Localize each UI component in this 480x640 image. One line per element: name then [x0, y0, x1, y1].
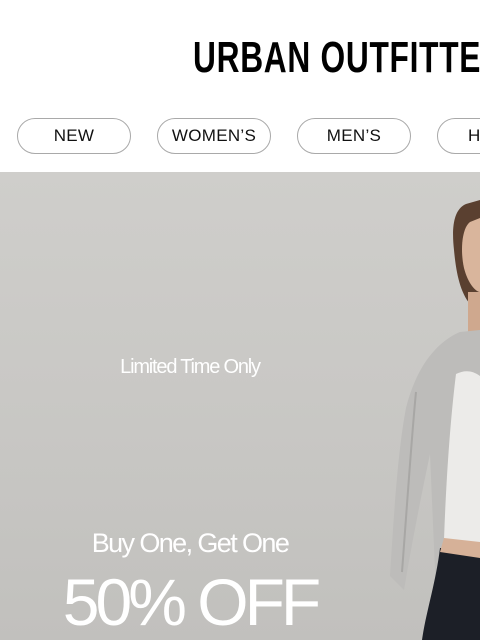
- hero-headline: Buy One, Get One: [91, 528, 290, 558]
- nav-pill-home[interactable]: H: [437, 118, 480, 154]
- model-photo: [390, 200, 480, 640]
- hero-banner[interactable]: Limited Time Only Buy One, Get One 50% O…: [0, 172, 480, 640]
- hero-eyebrow: Limited Time Only: [120, 356, 261, 378]
- nav-pill-new[interactable]: NEW: [17, 118, 131, 154]
- hero-offer: 50% OFF: [62, 565, 321, 639]
- brand-logo[interactable]: URBAN OUTFITTERS: [193, 30, 480, 86]
- model-neck: [468, 292, 480, 332]
- nav-pill-womens[interactable]: WOMEN’S: [157, 118, 271, 154]
- nav-pill-mens[interactable]: MEN’S: [297, 118, 411, 154]
- model-pants: [422, 548, 480, 640]
- category-nav: NEW WOMEN’S MEN’S H: [0, 100, 480, 172]
- site-header: URBAN OUTFITTERS: [0, 0, 480, 100]
